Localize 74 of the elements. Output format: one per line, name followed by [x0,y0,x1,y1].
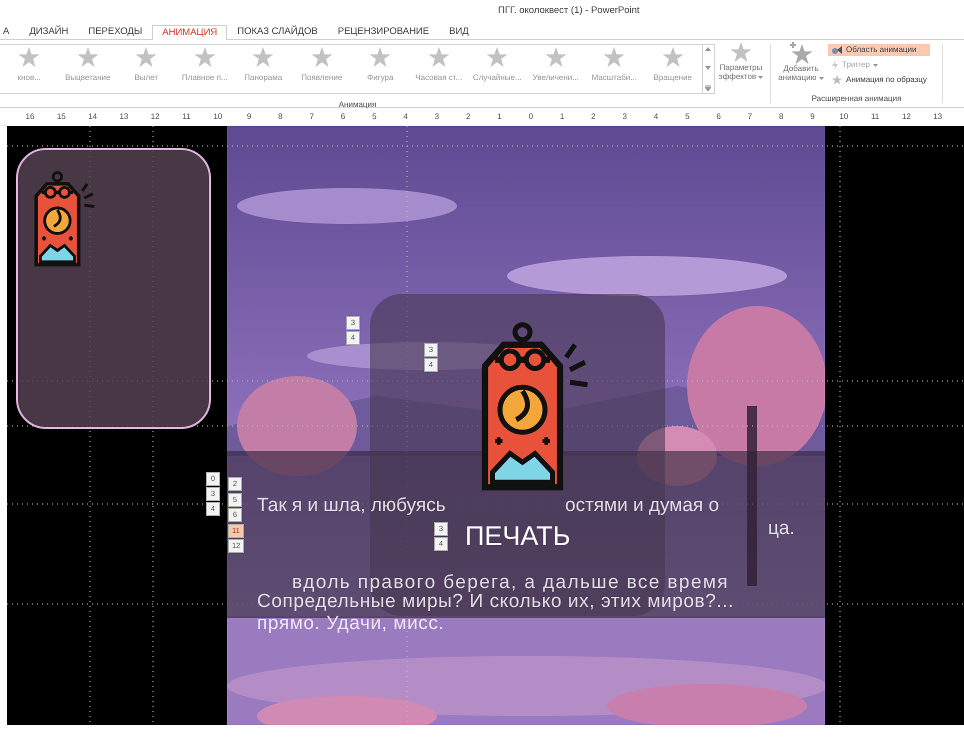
scroll-down-icon[interactable] [705,66,711,70]
ribbon-command[interactable]: Область анимации [828,44,930,56]
ribbon-tab[interactable]: ДИЗАЙН [19,24,78,39]
slide-text: прямо. Удачи, мисс. [257,614,444,635]
ruler-number: 15 [56,111,66,123]
star-icon [76,47,99,68]
ruler-number: 1 [497,111,502,123]
ruler-number: 2 [591,111,596,123]
ruler-number: 11 [870,111,880,123]
star-icon [252,47,274,68]
add-star-icon [789,42,813,64]
ruler-number: 12 [902,111,911,123]
ruler-number: 4 [654,111,658,123]
ribbon-tab[interactable]: ПЕРЕХОДЫ [78,24,152,39]
star-icon [194,47,216,68]
ruler-number: 5 [372,111,377,123]
star-icon [662,47,684,68]
ruler-number: 1 [560,111,564,123]
slide-text: Так я и шла, любуясь [257,496,446,517]
caret-icon [758,76,764,79]
caret-icon [872,64,878,66]
window-title: ПГГ. околоквест (1) - PowerPoint [498,4,640,18]
ruler-number: 9 [810,111,815,123]
ruler-number: 14 [88,111,98,123]
slide-text: вдоль правого берега, а дальше все время [292,573,729,594]
ruler-number: 3 [434,111,440,123]
star-icon [544,47,567,68]
star-icon [369,47,392,68]
ruler-number: 7 [748,111,752,123]
star-icon [135,47,158,68]
ruler-number: 5 [685,111,690,123]
ribbon-tab[interactable]: АНИМАЦИЯ [152,24,228,40]
ruler-number: 11 [182,111,191,123]
caret-icon [818,76,824,80]
star-icon [428,47,450,68]
ruler-number: 10 [213,111,222,123]
ruler-number: 13 [119,111,128,123]
ruler-number: 6 [716,111,721,123]
group-label: Расширенная анимация [810,93,902,105]
ribbon-tab[interactable]: А [2,24,20,39]
slide-text: Сопредельные миры? И сколько их, этих миров?... [257,592,734,613]
ribbon-tab[interactable]: ВИД [439,24,479,39]
effect-options-button[interactable]: Параметры эффектов [715,40,767,107]
ruler-number: 16 [26,111,34,123]
ruler-number: 4 [403,111,408,123]
ribbon-tab[interactable]: ПОКАЗ СЛАЙДОВ [227,24,328,39]
ruler-number: 8 [278,111,283,123]
print-button-label: ПЕЧАТЬ [465,522,571,552]
ruler-number: 10 [839,111,848,123]
more-icon[interactable] [705,85,711,91]
animation-pane-icon [831,45,843,55]
ruler-number: 2 [466,111,470,123]
ruler-number: 13 [933,111,942,123]
star-icon [730,42,752,63]
ruler-number: 12 [150,111,160,123]
ruler-number: 8 [778,111,784,123]
scroll-up-icon[interactable] [705,47,711,51]
star-icon [831,75,843,85]
ruler-number: 9 [246,111,252,123]
ribbon-command[interactable]: Анимация по образцу [828,74,930,86]
star-icon [603,47,626,68]
group-label: Анимация [338,99,378,111]
ruler-number: 6 [340,111,346,123]
lightning-icon [831,60,839,70]
ruler-number: 3 [622,111,627,123]
ruler-number: 0 [528,111,534,123]
star-icon [310,47,333,68]
ruler-number: 7 [309,111,314,123]
slide-text: ца. [768,519,795,540]
add-animation-button[interactable]: Добавить анимацию [774,40,828,86]
slide-text: остями и думая о [565,496,720,517]
star-icon [486,47,508,68]
star-icon [18,47,40,68]
ribbon-tab[interactable]: РЕЦЕНЗИРОВАНИЕ [328,24,440,39]
